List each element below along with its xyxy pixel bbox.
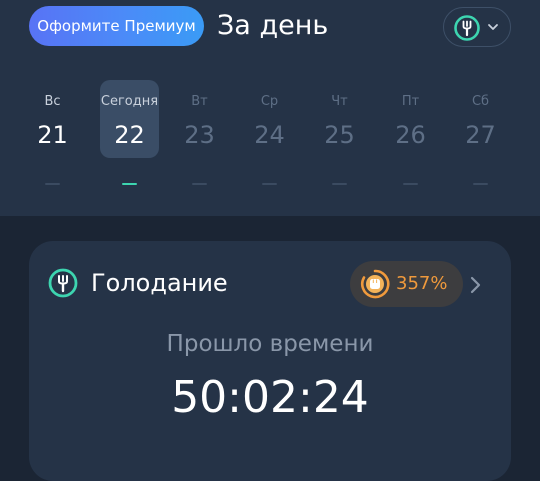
day-item-wednesday[interactable]: Ср 24	[240, 80, 299, 200]
day-item-friday[interactable]: Пт 26	[381, 80, 440, 200]
day-number: 22	[114, 121, 145, 149]
fasting-title: Голодание	[91, 269, 228, 297]
day-name: Сегодня	[100, 94, 159, 109]
day-name: Чт	[331, 94, 348, 109]
day-item-tuesday[interactable]: Вт 23	[170, 80, 229, 200]
day-number: 23	[184, 121, 215, 149]
day-number: 27	[465, 121, 496, 149]
day-progress-dash	[473, 183, 488, 185]
day-progress-dash	[45, 183, 60, 185]
day-name: Пт	[401, 94, 420, 109]
fork-circle-icon	[454, 15, 480, 41]
elapsed-time-value: 50:02:24	[171, 372, 369, 423]
day-number: 25	[324, 121, 355, 149]
day-name: Ср	[260, 94, 279, 109]
day-number: 26	[395, 121, 426, 149]
day-progress-dash	[122, 183, 137, 185]
chevron-down-icon	[488, 24, 498, 30]
day-item-saturday[interactable]: Сб 27	[451, 80, 510, 200]
day-number: 24	[254, 121, 285, 149]
mode-selector-button[interactable]	[443, 7, 511, 47]
day-progress-dash	[192, 183, 207, 185]
day-progress-dash	[262, 183, 277, 185]
day-item-sunday[interactable]: Вс 21	[23, 80, 82, 200]
progress-percent-badge[interactable]: 357%	[350, 261, 463, 307]
day-name: Вт	[191, 94, 208, 109]
fasting-card[interactable]: Голодание 357% Прошло времени 50:02:24	[29, 241, 511, 481]
day-progress-dash	[332, 183, 347, 185]
day-item-thursday[interactable]: Чт 25	[310, 80, 369, 200]
chevron-right-icon[interactable]	[467, 274, 483, 296]
page-title: За день	[217, 10, 329, 41]
day-number: 21	[37, 121, 68, 149]
fist-progress-icon	[360, 269, 390, 299]
day-name: Сб	[471, 94, 490, 109]
top-panel: Оформите Премиум За день Вс 21 Сегодня 2…	[0, 0, 540, 216]
week-day-strip: Вс 21 Сегодня 22 Вт 23 Ср 24 Чт 25 Пт 26…	[23, 80, 517, 200]
day-progress-dash	[403, 183, 418, 185]
day-item-today[interactable]: Сегодня 22	[100, 80, 159, 200]
day-name: Вс	[44, 94, 61, 109]
premium-button[interactable]: Оформите Премиум	[29, 6, 204, 46]
fork-circle-icon	[48, 268, 78, 298]
elapsed-time-label: Прошло времени	[166, 331, 374, 357]
progress-percent: 357%	[396, 273, 448, 294]
